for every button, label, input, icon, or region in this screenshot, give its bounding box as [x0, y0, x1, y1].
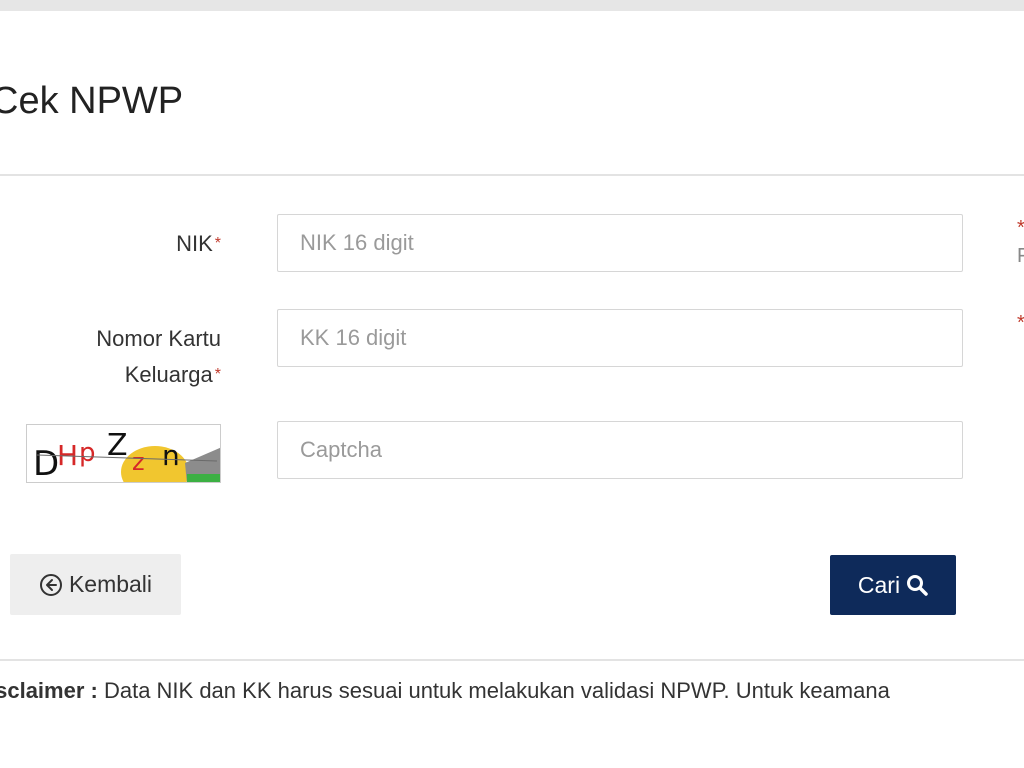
kk-side-note: *	[1017, 309, 1024, 337]
kk-label-line2: Keluarga	[124, 362, 213, 387]
kk-label: Nomor Kartu Keluarga *	[96, 321, 221, 393]
nik-side-note-mark: *	[1017, 217, 1024, 239]
svg-text:p: p	[79, 438, 96, 468]
svg-text:D: D	[33, 444, 59, 483]
captcha-graphic: D H p Z z n	[33, 428, 220, 483]
footer-divider	[0, 659, 1024, 661]
svg-text:n: n	[162, 439, 180, 472]
top-strip	[0, 0, 1024, 11]
search-icon	[907, 575, 928, 596]
svg-text:z: z	[132, 448, 145, 476]
captcha-image: D H p Z z n	[26, 424, 221, 483]
back-button[interactable]: Kembali	[10, 554, 181, 615]
kk-required-mark: *	[214, 366, 221, 383]
nik-label-text: NIK	[176, 231, 213, 256]
captcha-input[interactable]	[277, 421, 963, 479]
disclaimer: isclaimer : Data NIK dan KK harus sesuai…	[0, 678, 890, 704]
kk-input[interactable]	[277, 309, 963, 367]
page: Cek NPWP NIK* * F Nomor Kartu Keluarga* …	[0, 0, 1024, 768]
kk-side-note-mark: *	[1017, 312, 1024, 334]
kk-label-line1: Nomor Kartu	[96, 326, 221, 351]
nik-required-mark: *	[214, 235, 221, 252]
arrow-left-circle-icon	[39, 573, 62, 596]
page-title: Cek NPWP	[0, 80, 184, 122]
disclaimer-text: Data NIK dan KK harus sesuai untuk melak…	[97, 678, 890, 703]
search-button[interactable]: Cari	[830, 555, 956, 615]
disclaimer-label: isclaimer :	[0, 678, 98, 703]
search-button-label: Cari	[857, 571, 901, 598]
nik-side-note-text: F	[1017, 245, 1024, 267]
nik-input[interactable]	[277, 214, 963, 272]
nik-label: NIK *	[176, 226, 221, 262]
back-button-label: Kembali	[68, 571, 153, 597]
header-divider	[0, 174, 1024, 176]
nik-side-note: * F	[1017, 214, 1024, 270]
